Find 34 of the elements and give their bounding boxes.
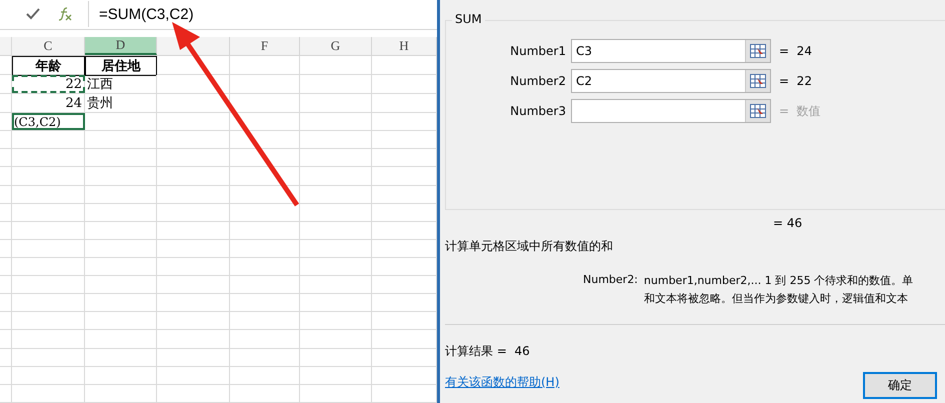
argument-result: = 22 [779, 74, 812, 88]
argument-label: Number2 [509, 74, 566, 88]
table-icon [750, 74, 766, 88]
table-cell: 年龄 [12, 56, 85, 76]
argument-field[interactable]: C2 [571, 69, 771, 93]
argument-label: Number1 [509, 44, 566, 58]
calculation-result: 计算结果 = 46 [445, 343, 531, 360]
ok-button[interactable]: 确定 [863, 372, 937, 399]
argument-help-text: 和文本将被忽略。但当作为参数键入时，逻辑值和文本 [644, 291, 909, 306]
argument-help-label: Number2: [583, 273, 638, 288]
range-select-button[interactable] [745, 40, 770, 62]
table-cell: 22 [12, 75, 85, 94]
table-cell: (C3,C2) [12, 113, 85, 130]
check-icon[interactable] [26, 8, 40, 20]
argument-field[interactable]: C3 [571, 39, 771, 63]
function-icon[interactable] [58, 7, 72, 22]
column-header[interactable]: D [85, 37, 157, 56]
range-select-button[interactable] [745, 70, 770, 92]
argument-label: Number3 [509, 104, 566, 118]
table-cell: 江西 [85, 75, 157, 94]
argument-field[interactable] [571, 99, 771, 123]
help-link[interactable]: 有关该函数的帮助(H) [445, 374, 560, 391]
argument-help-text: number1,number2,... 1 到 255 个待求和的数值。单 [644, 273, 914, 288]
table-cell: 居住地 [85, 56, 157, 76]
table-cell: 贵州 [85, 94, 157, 112]
table-icon [750, 104, 766, 118]
function-description: 计算单元格区域中所有数值的和 [445, 238, 614, 255]
table-cell: 24 [12, 94, 85, 112]
group-title: SUM [452, 12, 485, 26]
argument-result: = 24 [779, 44, 812, 58]
argument-result: = 数值 [779, 102, 821, 120]
table-icon [750, 44, 766, 58]
range-select-button[interactable] [745, 100, 770, 122]
formula-total: = 46 [773, 216, 804, 230]
